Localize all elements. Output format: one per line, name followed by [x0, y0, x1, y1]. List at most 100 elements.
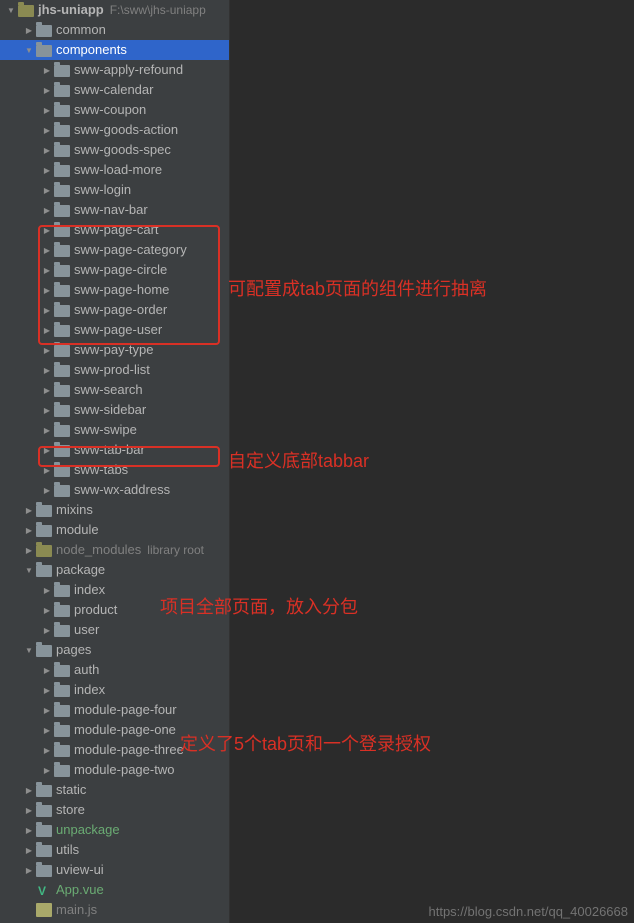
tree-item-sww-coupon[interactable]: sww-coupon [0, 100, 229, 120]
chevron-down-icon[interactable] [4, 0, 18, 21]
tree-item-sww-calendar[interactable]: sww-calendar [0, 80, 229, 100]
chevron-right-icon[interactable] [40, 700, 54, 721]
tree-item-label: sww-coupon [74, 100, 146, 120]
tree-item-index[interactable]: index [0, 680, 229, 700]
tree-item-sww-load-more[interactable]: sww-load-more [0, 160, 229, 180]
tree-item-user[interactable]: user [0, 620, 229, 640]
tree-item-sww-wx-address[interactable]: sww-wx-address [0, 480, 229, 500]
tree-item-pages[interactable]: pages [0, 640, 229, 660]
tree-item-sww-nav-bar[interactable]: sww-nav-bar [0, 200, 229, 220]
tree-item-sww-tab-bar[interactable]: sww-tab-bar [0, 440, 229, 460]
chevron-down-icon[interactable] [22, 560, 36, 581]
chevron-right-icon[interactable] [40, 160, 54, 181]
chevron-right-icon[interactable] [40, 600, 54, 621]
chevron-right-icon[interactable] [40, 220, 54, 241]
chevron-right-icon[interactable] [22, 860, 36, 881]
tree-item-mixins[interactable]: mixins [0, 500, 229, 520]
tree-item-sww-page-user[interactable]: sww-page-user [0, 320, 229, 340]
chevron-right-icon[interactable] [40, 720, 54, 741]
tree-item-label: module-page-two [74, 760, 174, 780]
tree-item-sww-page-home[interactable]: sww-page-home [0, 280, 229, 300]
tree-item-label: sww-page-category [74, 240, 187, 260]
chevron-right-icon[interactable] [40, 440, 54, 461]
chevron-right-icon[interactable] [40, 420, 54, 441]
tree-item-module[interactable]: module [0, 520, 229, 540]
tree-item-product[interactable]: product [0, 600, 229, 620]
tree-item-label: uview-ui [56, 860, 104, 880]
tree-item-static[interactable]: static [0, 780, 229, 800]
chevron-right-icon[interactable] [40, 100, 54, 121]
tree-item-sww-sidebar[interactable]: sww-sidebar [0, 400, 229, 420]
chevron-right-icon[interactable] [40, 320, 54, 341]
tree-item-common[interactable]: common [0, 20, 229, 40]
chevron-right-icon[interactable] [40, 200, 54, 221]
chevron-right-icon[interactable] [40, 760, 54, 781]
tree-item-sww-swipe[interactable]: sww-swipe [0, 420, 229, 440]
chevron-right-icon[interactable] [40, 300, 54, 321]
tree-item-unpackage[interactable]: unpackage [0, 820, 229, 840]
chevron-right-icon[interactable] [22, 780, 36, 801]
tree-item-index[interactable]: index [0, 580, 229, 600]
tree-item-utils[interactable]: utils [0, 840, 229, 860]
tree-item-sww-goods-spec[interactable]: sww-goods-spec [0, 140, 229, 160]
chevron-right-icon[interactable] [40, 680, 54, 701]
chevron-down-icon[interactable] [22, 40, 36, 61]
tree-item-store[interactable]: store [0, 800, 229, 820]
folder-icon [54, 105, 70, 117]
tree-item-module-page-two[interactable]: module-page-two [0, 760, 229, 780]
tree-item-jhs-uniapp[interactable]: jhs-uniappF:\sww\jhs-uniapp [0, 0, 229, 20]
chevron-right-icon[interactable] [40, 260, 54, 281]
chevron-right-icon[interactable] [22, 520, 36, 541]
tree-item-package[interactable]: package [0, 560, 229, 580]
tree-item-sww-prod-list[interactable]: sww-prod-list [0, 360, 229, 380]
chevron-down-icon[interactable] [22, 640, 36, 661]
tree-item-node-modules[interactable]: node_moduleslibrary root [0, 540, 229, 560]
tree-item-module-page-four[interactable]: module-page-four [0, 700, 229, 720]
tree-item-sww-goods-action[interactable]: sww-goods-action [0, 120, 229, 140]
tree-item-label: sww-page-cart [74, 220, 159, 240]
tree-item-sww-apply-refound[interactable]: sww-apply-refound [0, 60, 229, 80]
chevron-right-icon[interactable] [40, 80, 54, 101]
chevron-right-icon[interactable] [40, 340, 54, 361]
annotation-text-1: 可配置成tab页面的组件进行抽离 [228, 275, 487, 301]
tree-item-uview-ui[interactable]: uview-ui [0, 860, 229, 880]
tree-item-module-page-three[interactable]: module-page-three [0, 740, 229, 760]
chevron-right-icon[interactable] [40, 580, 54, 601]
folder-icon [54, 185, 70, 197]
chevron-right-icon[interactable] [22, 540, 36, 561]
tree-item-sww-search[interactable]: sww-search [0, 380, 229, 400]
tree-item-sww-page-order[interactable]: sww-page-order [0, 300, 229, 320]
tree-item-auth[interactable]: auth [0, 660, 229, 680]
chevron-right-icon[interactable] [40, 400, 54, 421]
tree-item-components[interactable]: components [0, 40, 229, 60]
tree-item-sww-page-category[interactable]: sww-page-category [0, 240, 229, 260]
chevron-right-icon[interactable] [40, 460, 54, 481]
tree-item-sww-login[interactable]: sww-login [0, 180, 229, 200]
tree-item-module-page-one[interactable]: module-page-one [0, 720, 229, 740]
chevron-right-icon[interactable] [40, 180, 54, 201]
tree-item-sww-pay-type[interactable]: sww-pay-type [0, 340, 229, 360]
chevron-right-icon[interactable] [40, 360, 54, 381]
chevron-right-icon[interactable] [40, 120, 54, 141]
tree-item-sww-tabs[interactable]: sww-tabs [0, 460, 229, 480]
tree-item-app-vue[interactable]: App.vue [0, 880, 229, 900]
tree-item-label: unpackage [56, 820, 120, 840]
chevron-right-icon[interactable] [40, 240, 54, 261]
chevron-right-icon[interactable] [40, 740, 54, 761]
tree-item-main-js[interactable]: main.js [0, 900, 229, 920]
chevron-right-icon[interactable] [22, 800, 36, 821]
chevron-right-icon[interactable] [22, 840, 36, 861]
chevron-right-icon[interactable] [22, 500, 36, 521]
chevron-right-icon[interactable] [40, 620, 54, 641]
chevron-right-icon[interactable] [40, 60, 54, 81]
chevron-right-icon[interactable] [40, 280, 54, 301]
tree-item-sww-page-circle[interactable]: sww-page-circle [0, 260, 229, 280]
chevron-right-icon[interactable] [22, 20, 36, 41]
project-tree[interactable]: jhs-uniappF:\sww\jhs-uniappcommoncompone… [0, 0, 230, 923]
chevron-right-icon[interactable] [40, 480, 54, 501]
chevron-right-icon[interactable] [40, 140, 54, 161]
chevron-right-icon[interactable] [22, 820, 36, 841]
chevron-right-icon[interactable] [40, 660, 54, 681]
tree-item-sww-page-cart[interactable]: sww-page-cart [0, 220, 229, 240]
chevron-right-icon[interactable] [40, 380, 54, 401]
